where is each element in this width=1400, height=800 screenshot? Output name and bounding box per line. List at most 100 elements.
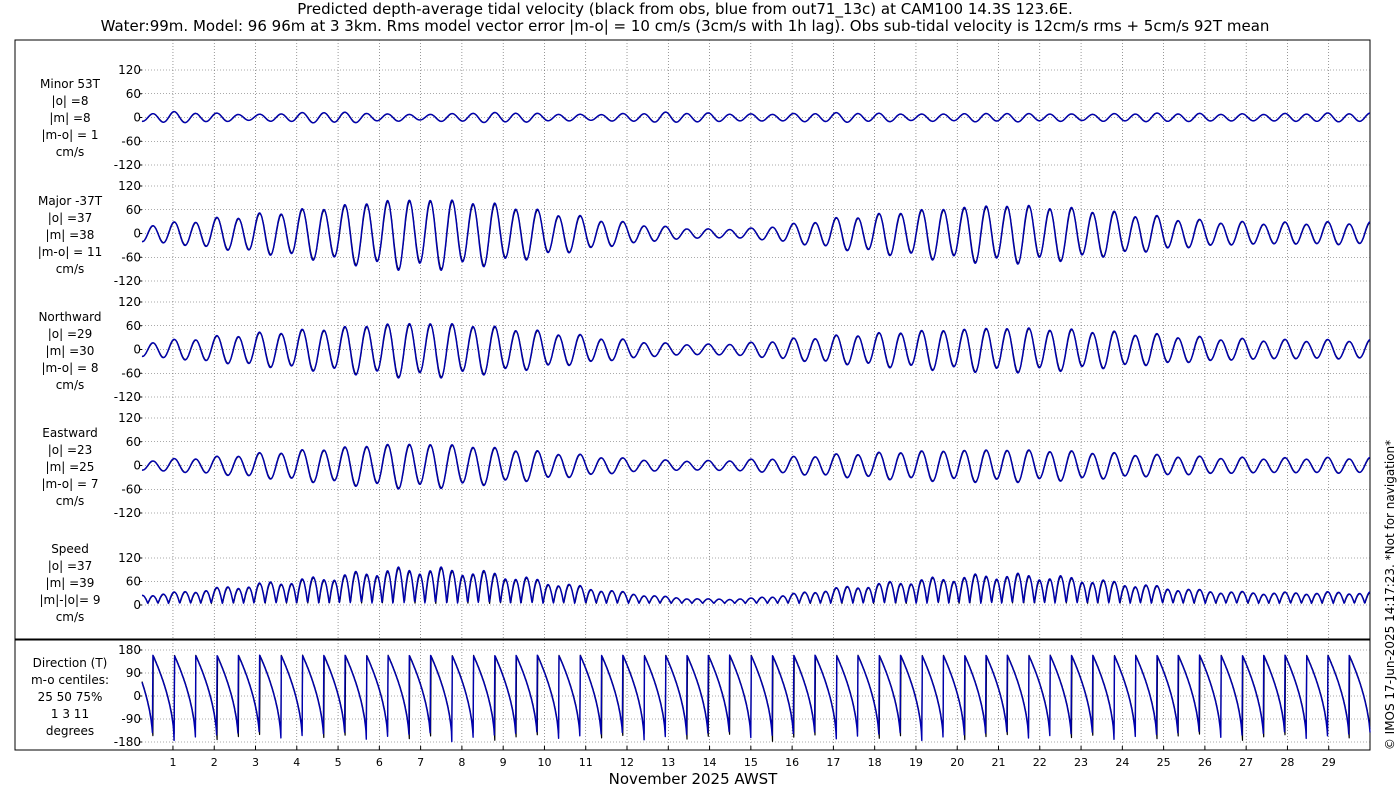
panel-direction: 180 90 0 -90 -180 Direction (T) m-o centiles: 2…: [31, 643, 1371, 749]
panel-label-line: degrees: [46, 724, 94, 738]
panel-label-line: |m|-|o|= 9: [39, 593, 100, 607]
y-tick-label: -60: [121, 482, 141, 496]
panel-label-line: |m-o| = 7: [42, 477, 99, 491]
series-obs-major: [141, 200, 1371, 270]
series-model-speed: [141, 566, 1371, 605]
panel-label-line: Speed: [51, 542, 89, 556]
tidal-velocity-chart: 1 2 3 4 5 6 7 8 9 10 11 12 13 14 15 16 17 18 19 20 21 22 23 24 2…: [14, 39, 1371, 788]
x-tick-label: 18: [868, 756, 882, 769]
x-tick-label: 3: [252, 756, 259, 769]
x-tick-label: 14: [703, 756, 717, 769]
panel-label-line: |o| =23: [48, 443, 93, 457]
x-tick-label: 9: [500, 756, 507, 769]
x-tick-label: 25: [1157, 756, 1171, 769]
panel-label-line: cm/s: [56, 610, 85, 624]
panel-north: 120 60 0 -60 -120 Northward |o| =29 |m| =30 |m-o…: [38, 295, 1371, 404]
upper-frame: [14, 39, 1371, 640]
panel-label-line: Northward: [38, 310, 101, 324]
x-tick-label: 24: [1115, 756, 1129, 769]
panel-label-line: Eastward: [42, 426, 97, 440]
panel-label-line: 1 3 11: [51, 707, 89, 721]
y-tick-label: 60: [126, 435, 141, 449]
x-tick-label: 28: [1280, 756, 1294, 769]
y-tick-label: 0: [133, 689, 141, 703]
x-tick-label: 5: [335, 756, 342, 769]
panel-east: 120 60 0 -60 -120 Eastward |o| =23 |m| =25 |m-o|…: [42, 411, 1371, 520]
y-tick-label: 180: [118, 643, 141, 657]
x-tick-label: 20: [950, 756, 964, 769]
y-tick-label: 60: [126, 319, 141, 333]
x-tick-label: 21: [992, 756, 1006, 769]
x-tick-label: 26: [1198, 756, 1212, 769]
x-tick-label: 11: [579, 756, 593, 769]
panel-minor: 120 60 0 -60 -120 Minor 53T |o| =8 |m| =8 |m-o| …: [40, 63, 1371, 172]
panel-label-line: |m| =39: [46, 576, 95, 590]
panel-label-line: cm/s: [56, 262, 85, 276]
x-tick-label: 16: [785, 756, 799, 769]
y-tick-label: -60: [121, 366, 141, 380]
y-tick-label: 120: [118, 295, 141, 309]
y-tick-label: -60: [121, 250, 141, 264]
y-tick-label: 120: [118, 551, 141, 565]
panel-label-line: cm/s: [56, 494, 85, 508]
y-tick-label: 120: [118, 179, 141, 193]
y-tick-label: 0: [133, 343, 141, 357]
x-tick-label: 13: [661, 756, 675, 769]
x-tick-label: 15: [744, 756, 758, 769]
panel-label-line: |o| =37: [48, 559, 93, 573]
series-model-east: [141, 443, 1371, 490]
y-tick-label: -120: [114, 274, 141, 288]
y-tick-label: 60: [126, 203, 141, 217]
panel-label-line: |o| =29: [48, 327, 93, 341]
panel-speed: 120 60 0 Speed |o| =37 |m| =39 |m|-|o|= 9 cm/s: [39, 542, 1371, 624]
x-tick-label: 10: [537, 756, 551, 769]
x-tick-label: 27: [1239, 756, 1253, 769]
y-tick-label: 120: [118, 411, 141, 425]
panel-label-line: |m-o| = 8: [42, 361, 99, 375]
x-tick-label: 2: [211, 756, 218, 769]
y-tick-label: -120: [114, 390, 141, 404]
series-model-north: [141, 322, 1371, 379]
panel-label-line: Major -37T: [38, 194, 103, 208]
panel-label-line: Minor 53T: [40, 77, 101, 91]
y-tick-label: 60: [126, 575, 141, 589]
panel-label-line: |m| =30: [46, 344, 95, 358]
panel-label-line: |m-o| = 1: [42, 128, 99, 142]
x-axis-label: November 2025 AWST: [609, 770, 779, 788]
panel-label-line: m-o centiles:: [31, 673, 109, 687]
panel-major: 120 60 0 -60 -120 Major -37T |o| =37 |m| =38 |m-…: [38, 179, 1371, 288]
panel-label-line: |m| =38: [46, 228, 95, 242]
y-tick-label: 90: [126, 666, 141, 680]
y-tick-label: -120: [114, 506, 141, 520]
panel-label-line: |m| =8: [49, 111, 90, 125]
x-tick-label: 19: [909, 756, 923, 769]
x-tick-label: 6: [376, 756, 383, 769]
y-tick-label: -120: [114, 158, 141, 172]
x-tick-label: 8: [458, 756, 465, 769]
x-tick-label: 7: [417, 756, 424, 769]
panel-label-line: 25 50 75%: [38, 690, 103, 704]
y-tick-label: 60: [126, 87, 141, 101]
panel-label-line: cm/s: [56, 378, 85, 392]
series-obs-east: [141, 444, 1371, 489]
x-tick-label: 17: [826, 756, 840, 769]
y-tick-label: 0: [133, 459, 141, 473]
y-tick-label: -60: [121, 134, 141, 148]
x-tick-label: 29: [1322, 756, 1336, 769]
panel-label-line: |m-o| = 11: [38, 245, 103, 259]
x-tick-label: 4: [293, 756, 300, 769]
panel-label-line: |m| =25: [46, 460, 95, 474]
y-tick-label: 0: [133, 598, 141, 612]
panel-label-line: |o| =8: [52, 94, 89, 108]
series-model-minor: [141, 110, 1371, 124]
y-tick-label: -180: [114, 735, 141, 749]
x-tick-label: 12: [620, 756, 634, 769]
x-tick-label: 22: [1033, 756, 1047, 769]
series-model-direction: [141, 654, 1371, 743]
y-tick-label: 0: [133, 227, 141, 241]
y-tick-label: 120: [118, 63, 141, 77]
series-model-major: [141, 199, 1371, 271]
y-tick-label: 0: [133, 111, 141, 125]
y-tick-label: -90: [121, 712, 141, 726]
panel-label-line: Direction (T): [33, 656, 108, 670]
